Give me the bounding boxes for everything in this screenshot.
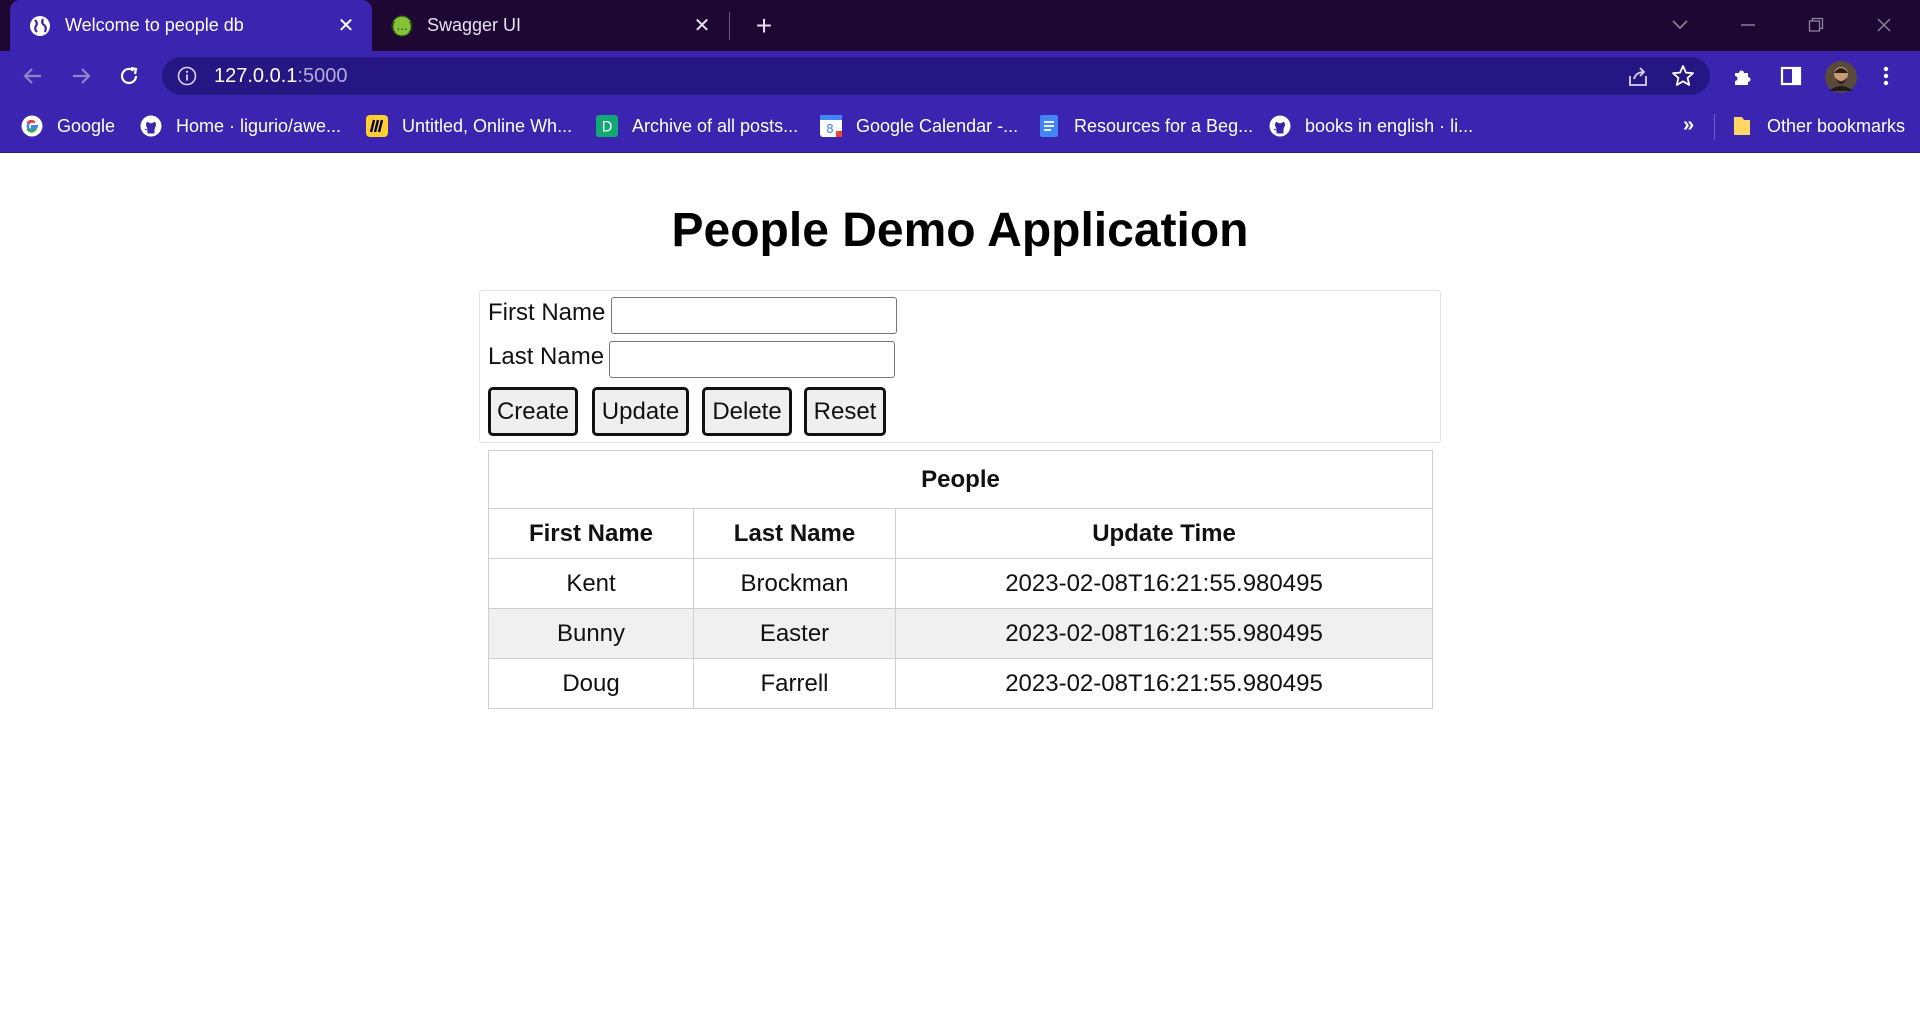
- tab-strip: Welcome to people db ✕ {…} Swagger UI ✕ …: [0, 0, 1920, 51]
- bookmark-ligurio[interactable]: Home · ligurio/awe...: [140, 112, 341, 140]
- bookmark-google[interactable]: Google: [21, 112, 115, 140]
- close-window-icon[interactable]: [1864, 8, 1904, 42]
- tab-welcome[interactable]: Welcome to people db ✕: [10, 0, 372, 51]
- close-tab-icon[interactable]: ✕: [332, 12, 360, 40]
- bookmark-label: Google: [57, 115, 116, 136]
- bookmark-label: books in english · li...: [1305, 115, 1474, 136]
- table-row[interactable]: Bunny Easter 2023-02-08T16:21:55.980495: [488, 608, 1433, 659]
- url-text: 127.0.0.1:5000: [214, 65, 347, 88]
- bookmarks-separator: [1714, 114, 1715, 140]
- cell-first-name: Bunny: [488, 608, 694, 659]
- address-bar[interactable]: 127.0.0.1:5000: [162, 57, 1710, 95]
- cell-update-time: 2023-02-08T16:21:55.980495: [895, 608, 1433, 659]
- docs-icon: [1038, 115, 1060, 137]
- restore-icon[interactable]: [1796, 8, 1836, 42]
- bookmark-books[interactable]: books in english · li...: [1269, 112, 1473, 140]
- svg-text:D: D: [602, 120, 613, 136]
- swagger-icon: {…}: [391, 14, 413, 37]
- bookmark-miro[interactable]: Untitled, Online Wh...: [366, 112, 572, 140]
- cell-first-name: Kent: [488, 558, 694, 609]
- github-icon: [140, 115, 162, 137]
- share-icon[interactable]: [1626, 65, 1650, 89]
- bookmark-label: Google Calendar -...: [856, 115, 1019, 136]
- url-host: 127.0.0.1: [214, 65, 298, 87]
- table-row[interactable]: Kent Brockman 2023-02-08T16:21:55.980495: [488, 558, 1433, 609]
- close-tab-icon[interactable]: ✕: [688, 12, 716, 40]
- reload-button[interactable]: [112, 59, 146, 93]
- delete-button[interactable]: Delete: [702, 387, 792, 436]
- people-table: People First Name Last Name Update Time …: [488, 450, 1433, 709]
- extensions-icon[interactable]: [1730, 63, 1756, 89]
- page-title: People Demo Application: [671, 204, 1249, 257]
- forward-button[interactable]: [64, 59, 98, 93]
- menu-icon[interactable]: [1873, 63, 1899, 89]
- other-bookmarks[interactable]: Other bookmarks: [1731, 112, 1905, 140]
- bookmark-star-icon[interactable]: [1670, 63, 1696, 89]
- person-form: First Name Last Name Create Update Delet…: [479, 290, 1441, 443]
- last-name-label: Last Name: [488, 343, 605, 370]
- svg-text:{…}: {…}: [391, 20, 413, 33]
- cell-update-time: 2023-02-08T16:21:55.980495: [895, 658, 1433, 709]
- table-row[interactable]: Doug Farrell 2023-02-08T16:21:55.980495: [488, 658, 1433, 709]
- svg-text:8: 8: [826, 122, 834, 136]
- d-icon: D: [596, 115, 618, 137]
- table-header-row: First Name Last Name Update Time: [488, 508, 1433, 559]
- last-name-input[interactable]: [609, 341, 895, 378]
- cell-last-name: Easter: [693, 608, 896, 659]
- miro-icon: [366, 115, 388, 137]
- table-caption: People: [488, 450, 1433, 509]
- create-button[interactable]: Create: [488, 387, 578, 436]
- github-icon: [1269, 115, 1291, 137]
- bookmark-archive[interactable]: D Archive of all posts...: [596, 112, 798, 140]
- cell-update-time: 2023-02-08T16:21:55.980495: [895, 558, 1433, 609]
- bookmarks-bar: Google Home · ligurio/awe... Untitled, O…: [0, 100, 1920, 153]
- folder-icon: [1731, 115, 1753, 137]
- other-bookmarks-label: Other bookmarks: [1767, 115, 1906, 136]
- url-port: :5000: [297, 65, 348, 87]
- profile-avatar[interactable]: [1825, 61, 1857, 93]
- minimize-icon[interactable]: [1728, 8, 1768, 42]
- reset-button[interactable]: Reset: [804, 387, 886, 436]
- page-content: People Demo Application First Name Last …: [0, 154, 1920, 1009]
- first-name-label: First Name: [488, 299, 606, 326]
- table-caption-row: People: [488, 450, 1433, 509]
- tab-separator: [729, 12, 730, 40]
- cell-last-name: Brockman: [693, 558, 896, 609]
- update-button[interactable]: Update: [592, 387, 689, 436]
- bookmark-label: Archive of all posts...: [632, 115, 799, 136]
- bookmark-label: Untitled, Online Wh...: [402, 115, 573, 136]
- google-icon: [21, 115, 43, 137]
- bookmark-label: Home · ligurio/awe...: [176, 115, 342, 136]
- new-tab-button[interactable]: +: [748, 10, 780, 42]
- calendar-icon: 8: [820, 115, 842, 137]
- globe-icon: [29, 15, 51, 37]
- tab-search-icon[interactable]: [1660, 8, 1700, 42]
- bookmark-calendar[interactable]: 8 Google Calendar -...: [820, 112, 1018, 140]
- column-header-last-name: Last Name: [693, 508, 896, 559]
- site-info-icon[interactable]: [176, 65, 198, 87]
- bookmark-resources[interactable]: Resources for a Beg...: [1038, 112, 1253, 140]
- tab-title: Welcome to people db: [65, 15, 244, 35]
- column-header-update-time: Update Time: [895, 508, 1433, 559]
- back-button[interactable]: [16, 59, 50, 93]
- first-name-input[interactable]: [611, 297, 897, 334]
- more-bookmarks-button[interactable]: »: [1683, 114, 1694, 137]
- cell-first-name: Doug: [488, 658, 694, 709]
- cell-last-name: Farrell: [693, 658, 896, 709]
- browser-toolbar: 127.0.0.1:5000: [0, 51, 1920, 100]
- tab-title: Swagger UI: [427, 15, 522, 35]
- bookmark-label: Resources for a Beg...: [1074, 115, 1254, 136]
- tab-swagger[interactable]: {…} Swagger UI ✕: [372, 0, 728, 51]
- side-panel-icon[interactable]: [1778, 63, 1804, 89]
- column-header-first-name: First Name: [488, 508, 694, 559]
